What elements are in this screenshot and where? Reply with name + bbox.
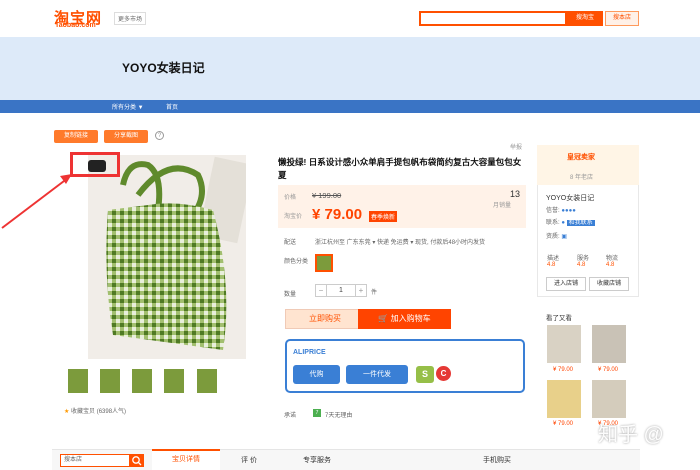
seen-item-image-4[interactable] [592,380,626,418]
tote-bag-image [88,155,246,359]
zhihu-watermark: 知乎 @ [598,424,664,446]
tab-reviews[interactable]: 评 价 [241,455,257,465]
credit-label: 信誉: [546,208,560,214]
seller-contact: 联系: ● 和我联系 [546,217,595,226]
favorite-item-label: 收藏宝贝 (6398人气) [71,409,127,415]
seen-item-image-1[interactable] [547,325,581,363]
qualification-label: 资质: [546,234,560,240]
original-price: ¥ 199.00 [312,191,342,200]
thumbnail-1[interactable] [68,369,88,393]
seller-credit: 信誉: ●●●● [546,205,576,214]
chat-icon[interactable]: ● [561,220,565,226]
report-link[interactable]: 举报 [510,142,522,151]
dropship-button[interactable]: 一件代发 [346,365,408,384]
search-taobao-button[interactable]: 搜淘宝 [567,11,603,26]
taobao-logo-en: Taobao.com [55,22,96,29]
price-label: 价格 [284,195,297,201]
cart-icon: 🛒 [378,314,391,323]
contact-label: 联系: [546,220,560,226]
seven-day-icon: 7 [313,409,321,417]
score-label-logistics: 物流 [606,256,619,262]
nav-all-categories[interactable]: 所有分类 ▼ [112,102,144,111]
seen-item-price-1: ¥ 79.00 [553,367,574,373]
score-value-logistics: 4.8 [606,262,615,268]
store-c-icon[interactable]: C [436,366,451,381]
promise-text: 7天无理由 [325,413,353,419]
tab-exclusive-service[interactable]: 专享服务 [303,455,331,465]
add-to-cart-button[interactable]: 🛒 加入购物车 [358,309,451,329]
score-value-service: 4.8 [577,262,586,268]
taobao-price-label: 淘宝价 [284,214,303,220]
qualification-icon: ▣ [561,234,568,240]
store-search-button[interactable] [130,454,144,467]
product-title: 懒投绿! 日系设计感小众单肩手提包帆布袋简约复古大容量包包女夏 [278,157,522,180]
daigou-button[interactable]: 代购 [293,365,340,384]
shopify-icon[interactable]: S [416,366,434,383]
score-label-desc: 描述 [547,256,560,262]
seen-also-title: 看了又看 [546,315,572,322]
quantity-increase-button[interactable]: + [355,284,367,297]
color-label: 颜色分类 [284,259,309,265]
thumbnail-3[interactable] [132,369,152,393]
shipping-info[interactable]: 浙江杭州至 广东东莞 ▾ 快递 免运费 ▾ 现货, 付款后48小时内发货 [315,237,485,246]
monthly-sales-count: 13 [509,189,520,199]
seller-name[interactable]: YOYO女装日记 [546,193,594,203]
shop-banner [0,37,700,100]
color-option-swatch[interactable] [315,254,333,272]
copy-link-button[interactable]: 复制链接 [54,130,98,143]
promise-label: 承诺 [284,413,297,419]
seen-item-price-2: ¥ 79.00 [598,367,619,373]
tab-mobile-buy[interactable]: 手机购买 [483,455,511,465]
thumbnail-5[interactable] [197,369,217,393]
favorite-item-link[interactable]: ★ 收藏宝贝 (6398人气) [64,406,126,415]
annotation-arrow [1,174,72,229]
seen-item-image-3[interactable] [547,380,581,418]
enter-store-button[interactable]: 进入店铺 [546,277,586,291]
promo-tag: 春季焕新 [369,211,398,222]
nav-home[interactable]: 首页 [166,102,178,111]
sale-price: ¥ 79.00 [312,206,363,223]
seen-item-price-3: ¥ 79.00 [553,421,574,427]
seller-badge: 皇冠卖家 [567,154,595,161]
thumbnail-2[interactable] [100,369,120,393]
seller-age: 8 年老店 [570,175,594,181]
product-main-image [88,155,246,359]
shop-navbar [0,100,700,113]
contact-tag[interactable]: 和我联系 [566,220,595,226]
quantity-input[interactable]: 1 [327,284,355,297]
more-market-dropdown[interactable]: 更多市场 [114,12,147,25]
favorite-store-button[interactable]: 收藏店铺 [589,277,629,291]
search-store-button[interactable]: 搜本店 [605,11,639,26]
shipping-label: 配送 [284,240,297,246]
buy-now-button[interactable]: 立即购买 [285,309,365,329]
quantity-decrease-button[interactable]: − [315,284,327,297]
quantity-label: 数量 [284,292,297,298]
help-icon[interactable]: ? [155,131,164,140]
shop-title: YOYO女装日记 [122,61,205,75]
annotation-box [70,152,120,177]
search-icon [132,456,142,466]
score-label-service: 服务 [577,256,590,262]
thumbnail-4[interactable] [164,369,184,393]
share-screenshot-button[interactable]: 分享截图 [104,130,148,143]
star-icon: ★ [64,409,72,415]
aliprice-title: ALIPRICE [293,349,326,356]
score-value-desc: 4.8 [547,262,556,268]
search-input[interactable] [419,11,567,26]
monthly-sales-label: 月销量 [493,203,512,209]
quantity-unit: 件 [371,290,378,296]
tab-product-detail[interactable]: 宝贝详情 [152,449,220,470]
crown-icon: ●●●● [561,208,576,214]
seen-item-image-2[interactable] [592,325,626,363]
add-to-cart-label: 加入购物车 [390,314,431,323]
store-search-input[interactable]: 搜本店 [60,454,130,467]
seller-qualification: 资质: ▣ [546,231,567,240]
